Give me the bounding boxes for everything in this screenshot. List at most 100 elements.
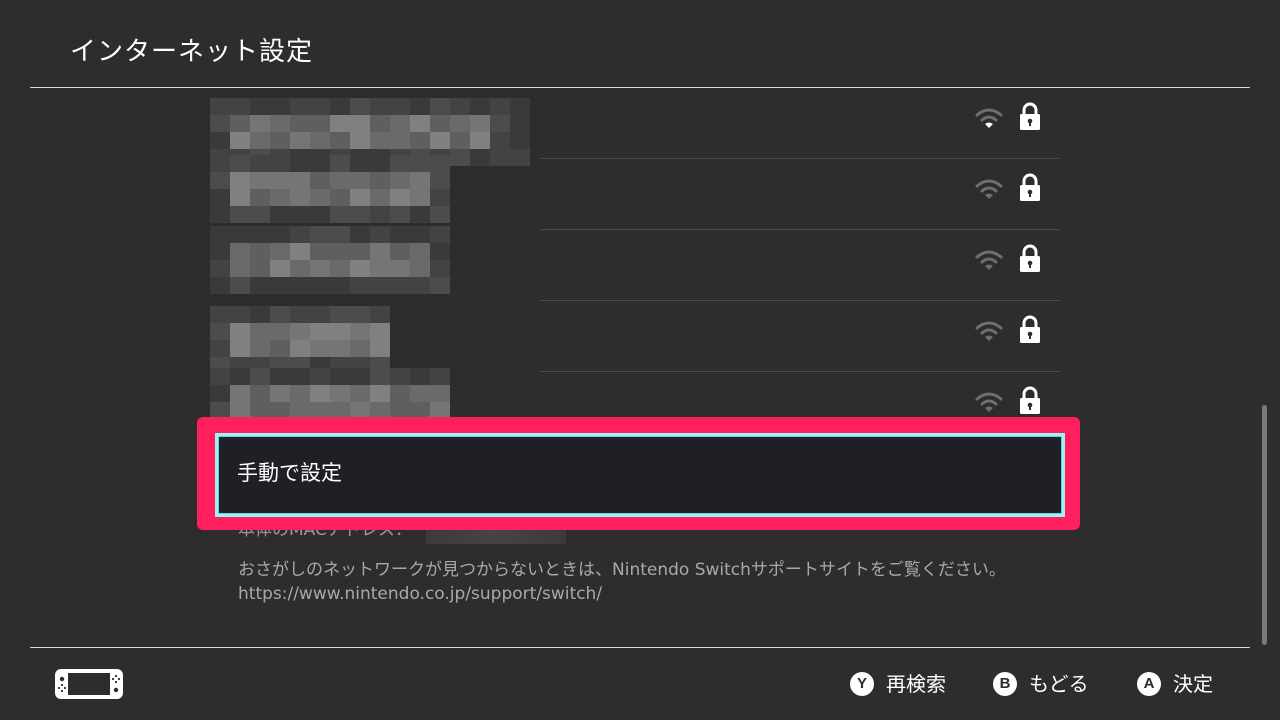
mosaic-block <box>210 385 230 402</box>
mosaic-block <box>510 132 530 149</box>
network-row[interactable] <box>210 155 1060 230</box>
mosaic-block <box>350 323 370 340</box>
ssid-pixelated <box>210 368 450 418</box>
mosaic-block <box>250 323 270 340</box>
mosaic-block <box>390 226 410 243</box>
mosaic-block <box>230 172 250 189</box>
mosaic-block <box>410 243 430 260</box>
mosaic-block <box>390 189 410 206</box>
hint-confirm[interactable]: A 決定 <box>1137 668 1213 700</box>
mosaic-block <box>270 172 290 189</box>
mosaic-block <box>410 115 430 132</box>
mosaic-block <box>250 189 270 206</box>
mac-address-row: 本体のMACアドレス： <box>238 530 838 544</box>
mosaic-block <box>290 340 310 357</box>
mosaic-block <box>290 323 310 340</box>
mosaic-block <box>350 277 370 294</box>
mosaic-block <box>390 115 410 132</box>
mosaic-block <box>250 277 270 294</box>
network-row[interactable] <box>210 368 1060 418</box>
mosaic-block <box>230 243 250 260</box>
mosaic-block <box>350 132 370 149</box>
mosaic-block <box>350 340 370 357</box>
mosaic-block <box>350 115 370 132</box>
mac-address-label: 本体のMACアドレス： <box>238 530 412 540</box>
mosaic-block <box>250 132 270 149</box>
wifi-signal-icon <box>975 250 1003 270</box>
mosaic-block <box>310 368 330 385</box>
mosaic-block <box>290 260 310 277</box>
mosaic-block <box>210 306 230 323</box>
support-url: https://www.nintendo.co.jp/support/switc… <box>238 584 603 604</box>
mosaic-block <box>450 115 470 132</box>
mosaic-block <box>370 98 390 115</box>
mosaic-block <box>370 402 390 418</box>
mosaic-block <box>370 155 390 172</box>
mosaic-block <box>290 368 310 385</box>
mosaic-block <box>350 172 370 189</box>
mosaic-block <box>290 243 310 260</box>
mosaic-block <box>330 368 350 385</box>
mosaic-block <box>210 189 230 206</box>
mosaic-block <box>430 206 450 223</box>
mosaic-block <box>370 306 390 323</box>
y-button-icon: Y <box>850 672 874 696</box>
manual-setup-label: 手動で設定 <box>237 461 342 485</box>
mosaic-block <box>310 172 330 189</box>
lock-icon <box>1020 173 1040 201</box>
header: インターネット設定 <box>0 0 1280 88</box>
mosaic-block <box>270 260 290 277</box>
mosaic-block <box>490 98 510 115</box>
mosaic-block <box>210 323 230 340</box>
mosaic-block <box>330 277 350 294</box>
mosaic-block <box>370 172 390 189</box>
mosaic-block <box>510 115 530 132</box>
mosaic-block <box>310 402 330 418</box>
footer-divider <box>30 647 1250 648</box>
mosaic-block <box>450 132 470 149</box>
network-row[interactable] <box>210 226 1060 301</box>
mosaic-block <box>250 98 270 115</box>
mosaic-block <box>270 323 290 340</box>
mosaic-block <box>210 402 230 418</box>
mosaic-block <box>250 226 270 243</box>
mosaic-block <box>230 323 250 340</box>
hint-back[interactable]: B もどる <box>993 668 1089 700</box>
mosaic-block <box>270 368 290 385</box>
mosaic-block <box>330 172 350 189</box>
manual-setup-button[interactable]: 手動で設定 <box>215 433 1065 517</box>
mosaic-block <box>410 402 430 418</box>
network-row[interactable] <box>210 301 1060 374</box>
mosaic-block <box>330 340 350 357</box>
mosaic-block <box>250 340 270 357</box>
mosaic-block <box>330 402 350 418</box>
mosaic-block <box>410 155 430 172</box>
mosaic-block <box>350 402 370 418</box>
mosaic-block <box>270 402 290 418</box>
mosaic-block <box>350 243 370 260</box>
mosaic-block <box>310 323 330 340</box>
mosaic-block <box>250 115 270 132</box>
lock-icon <box>1020 102 1040 130</box>
mosaic-block <box>290 306 310 323</box>
mosaic-block <box>290 402 310 418</box>
mosaic-block <box>330 189 350 206</box>
mosaic-block <box>490 132 510 149</box>
mosaic-block <box>470 132 490 149</box>
mosaic-block <box>330 243 350 260</box>
mosaic-block <box>250 368 270 385</box>
scrollbar[interactable] <box>1262 405 1267 645</box>
mosaic-block <box>390 132 410 149</box>
ssid-pixelated <box>210 306 390 374</box>
network-row[interactable] <box>210 88 1060 166</box>
mosaic-block <box>230 206 250 223</box>
hint-back-label: もどる <box>1029 672 1089 696</box>
mosaic-block <box>330 260 350 277</box>
mosaic-block <box>210 243 230 260</box>
mosaic-block <box>210 98 230 115</box>
hint-rescan[interactable]: Y 再検索 <box>850 668 946 700</box>
mosaic-block <box>390 243 410 260</box>
mosaic-block <box>250 402 270 418</box>
mosaic-block <box>250 260 270 277</box>
mosaic-block <box>410 277 430 294</box>
